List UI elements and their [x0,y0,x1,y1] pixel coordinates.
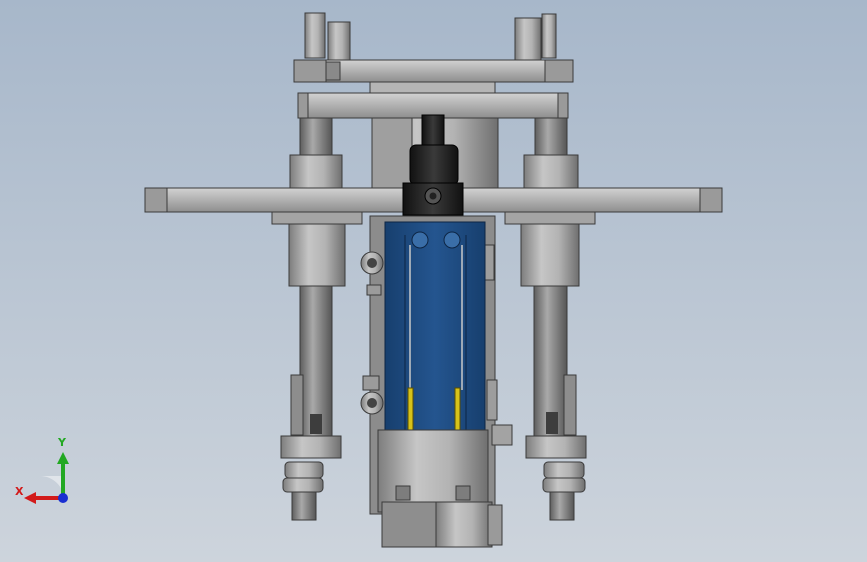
main-beam [144,182,723,216]
second-plate [297,92,569,119]
bottom-block [377,429,503,548]
right-nut-stack [525,435,587,521]
top-plate [293,59,574,83]
triad-x-label: X [15,485,24,498]
3d-viewport[interactable]: Y X [0,0,867,562]
pneumatic-cylinder [384,221,486,431]
left-nut-stack [280,435,342,521]
view-orientation-triad[interactable]: Y X [12,436,82,510]
center-disk [369,81,496,95]
triad-graphic [24,452,69,504]
gripper-assembly-model[interactable] [0,0,867,562]
top-posts [304,12,557,61]
triad-y-label: Y [58,436,66,449]
